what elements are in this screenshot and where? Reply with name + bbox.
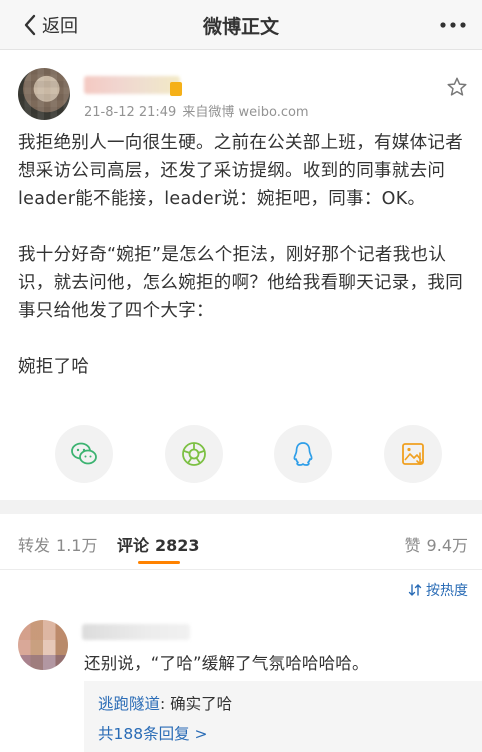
- moments-icon: [182, 442, 206, 466]
- post-time: 21-8-12 21:49: [84, 105, 177, 120]
- post-paragraph: 我拒绝别人一向很生硬。之前在公关部上班，有媒体记者想采访公司高层，还发了采访提纲…: [18, 133, 463, 209]
- sort-by-hot-button[interactable]: 按热度: [408, 580, 468, 600]
- page-title: 微博正文: [202, 16, 279, 38]
- sort-icon: [408, 584, 422, 596]
- reply-text: 确实了哈: [170, 695, 233, 713]
- tab-repost-label: 转发: [18, 536, 51, 555]
- tab-comment-label: 评论: [117, 536, 150, 555]
- post-source: 来自微博 weibo.com: [182, 105, 309, 120]
- more-replies-link[interactable]: 共188条回复 >: [98, 722, 208, 744]
- post-meta: 21-8-12 21:49 来自微博 weibo.com: [84, 101, 315, 120]
- comment-text: 还别说，“了哈”缓解了气氛哈哈哈哈。: [84, 654, 369, 673]
- share-wechat-button[interactable]: [55, 425, 113, 483]
- commenter-avatar[interactable]: [18, 620, 68, 670]
- tab-like[interactable]: 赞 9.4万: [405, 532, 468, 556]
- interaction-tabs: 转发 1.1万 评论 2823 赞 9.4万: [0, 514, 482, 570]
- commenter-name-blurred[interactable]: [82, 624, 190, 640]
- share-row: [0, 425, 482, 485]
- author-avatar[interactable]: [18, 68, 70, 120]
- tab-comment-count: 2823: [155, 536, 200, 555]
- more-options-icon[interactable]: [438, 15, 468, 35]
- reply-preview[interactable]: 逃跑隧道: 确实了哈 共188条回复 >: [84, 681, 482, 752]
- share-moments-button[interactable]: [165, 425, 223, 483]
- section-divider: [0, 500, 482, 514]
- reply-separator: :: [160, 695, 171, 713]
- tab-repost[interactable]: 转发 1.1万: [18, 532, 97, 556]
- author-name-blurred[interactable]: [84, 76, 180, 94]
- vip-badge-icon: [170, 82, 182, 96]
- star-icon[interactable]: [446, 76, 468, 98]
- share-qq-button[interactable]: [274, 425, 332, 483]
- save-image-icon: [402, 443, 424, 466]
- post-paragraph: 婉拒了哈: [18, 357, 90, 377]
- sort-label: 按热度: [426, 583, 468, 599]
- tab-like-count: 9.4万: [426, 536, 468, 555]
- tab-like-label: 赞: [404, 536, 421, 555]
- post-paragraph: 我十分好奇“婉拒”是怎么个拒法，刚好那个记者我也认识，就去问他，怎么婉拒的啊？他…: [18, 245, 463, 321]
- avatar-mosaic: [18, 68, 70, 120]
- tab-comment[interactable]: 评论 2823: [117, 532, 200, 556]
- wechat-icon: [71, 442, 97, 465]
- post-body: 我拒绝别人一向很生硬。之前在公关部上班，有媒体记者想采访公司高层，还发了采访提纲…: [18, 129, 466, 381]
- reply-item: 逃跑隧道: 确实了哈: [98, 692, 232, 714]
- qq-icon: [293, 442, 313, 466]
- active-tab-indicator: [138, 561, 180, 564]
- save-image-button[interactable]: [384, 425, 442, 483]
- top-nav-bar: 返回 微博正文: [0, 0, 482, 50]
- tab-repost-count: 1.1万: [56, 536, 98, 555]
- reply-username[interactable]: 逃跑隧道: [98, 695, 160, 713]
